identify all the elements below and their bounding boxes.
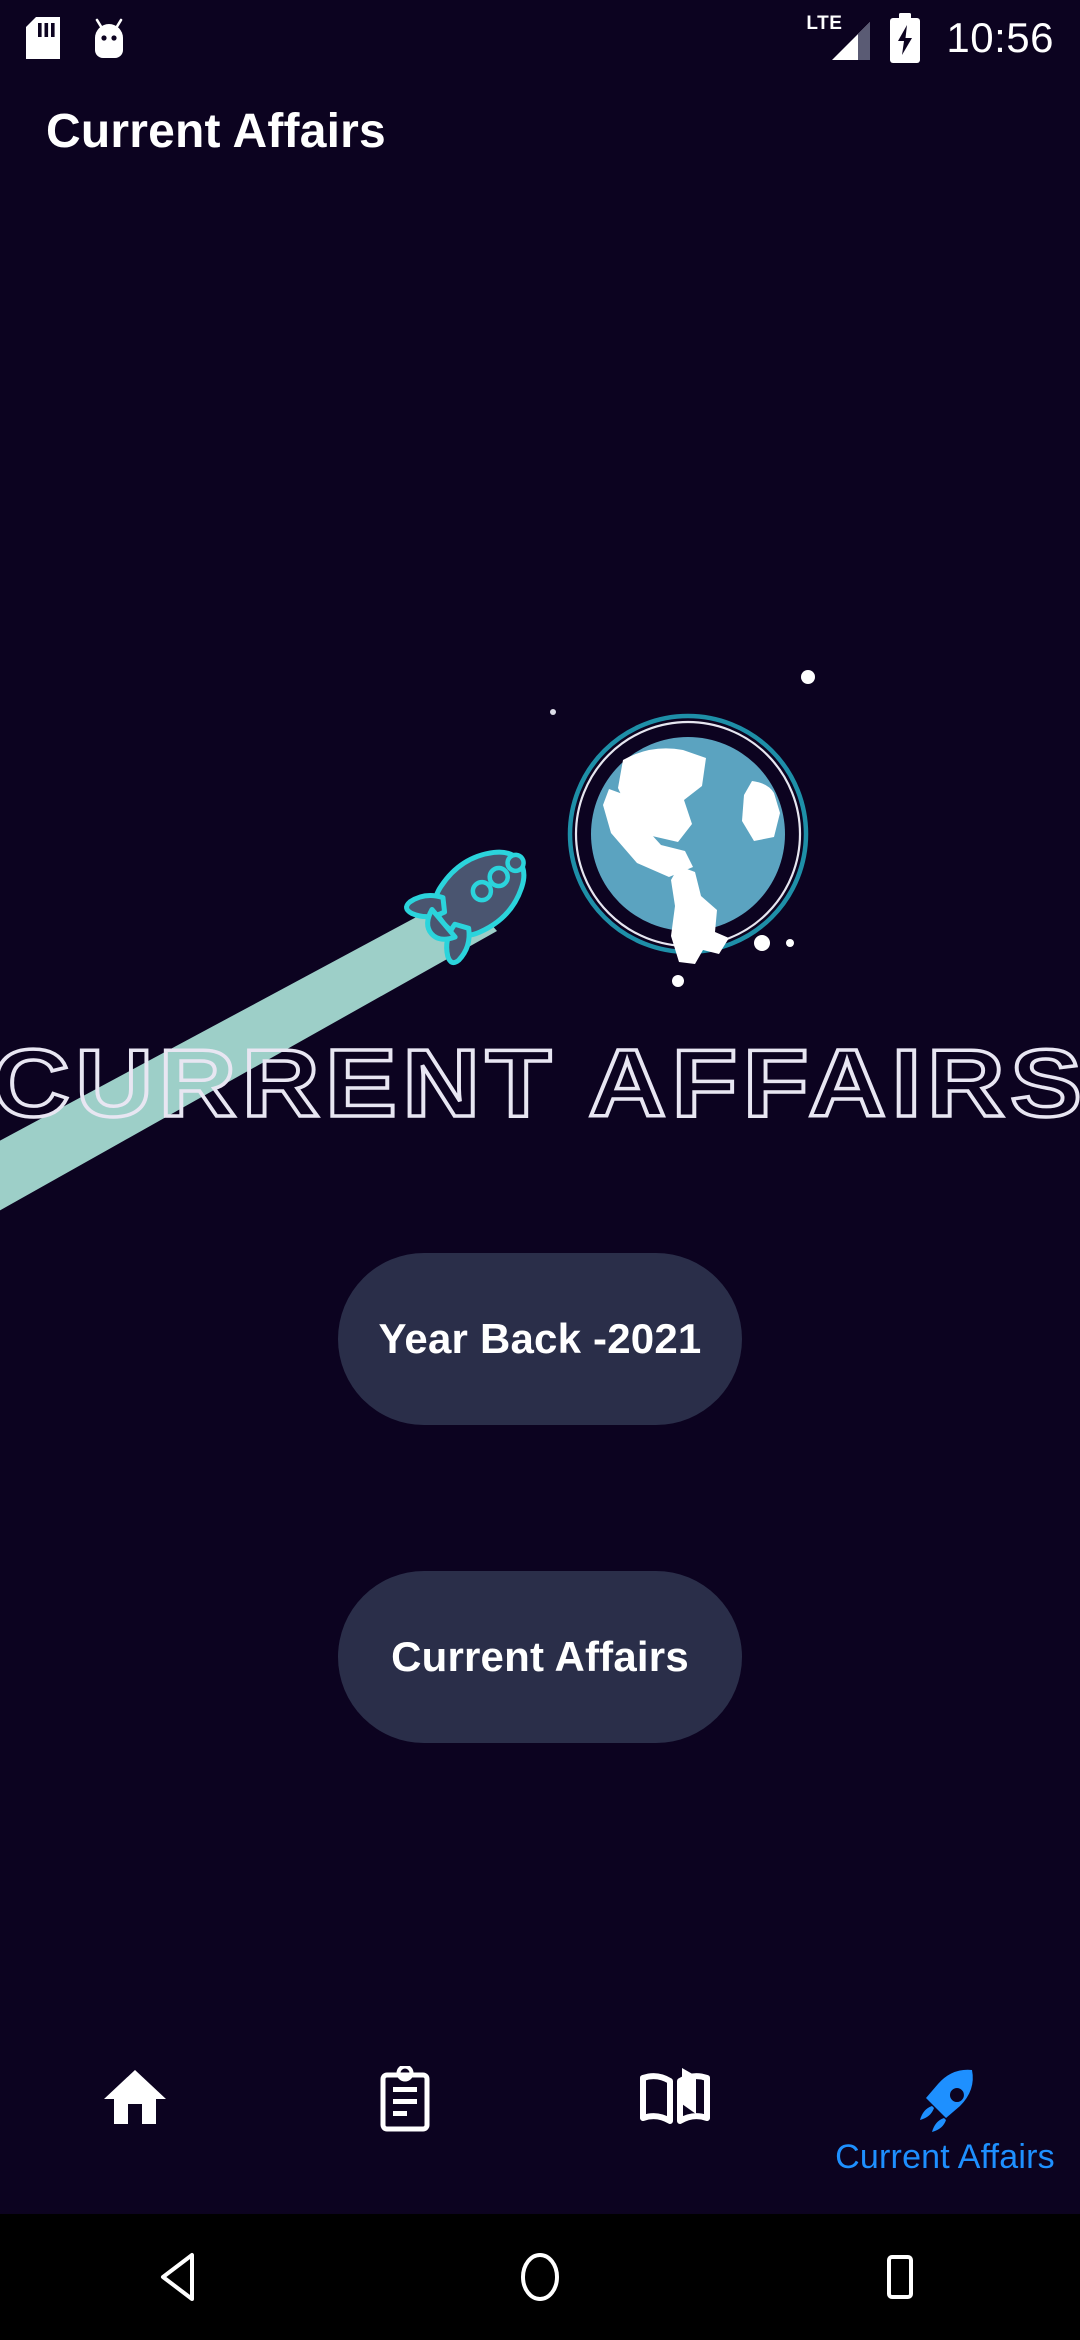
android-recents-button[interactable] [720, 2214, 1080, 2340]
home-circle-icon [521, 2253, 559, 2301]
android-head-icon [95, 18, 123, 58]
nav-label-current-affairs: Current Affairs [835, 2138, 1055, 2176]
clipboard-icon [380, 2066, 430, 2132]
nav-item-book[interactable] [540, 2044, 810, 2214]
app-screen: LTE 10:56 Current Affairs CURRENT AFFAIR… [0, 0, 1080, 2340]
hero-svg: CURRENT AFFAIRS [0, 670, 1080, 1211]
status-bar-left-icons [26, 16, 128, 60]
rocket-icon [920, 2069, 973, 2132]
year-back-button[interactable]: Year Back -2021 [338, 1253, 742, 1425]
status-bar-right-icons: LTE 10:56 [806, 13, 1054, 63]
bottom-navigation-bar: Current Affairs [0, 2044, 1080, 2214]
recents-square-icon [887, 2255, 913, 2299]
android-home-button[interactable] [360, 2214, 720, 2340]
nav-item-home[interactable] [0, 2044, 270, 2214]
page-title: Current Affairs [46, 104, 386, 158]
android-back-button[interactable] [0, 2214, 360, 2340]
globe-illustration [567, 713, 809, 964]
home-icon [104, 2070, 166, 2124]
status-bar-clock: 10:56 [946, 14, 1054, 61]
nav-item-clipboard[interactable] [270, 2044, 540, 2214]
book-icon [640, 2068, 710, 2124]
lte-signal-icon: LTE [806, 13, 872, 61]
status-bar: LTE 10:56 [0, 0, 1080, 76]
nav-item-current-affairs[interactable]: Current Affairs [810, 2044, 1080, 2214]
hero-logo-text: CURRENT AFFAIRS [0, 1029, 1080, 1136]
back-triangle-icon [161, 2253, 194, 2301]
sd-card-icon [26, 17, 60, 59]
current-affairs-button[interactable]: Current Affairs [338, 1571, 742, 1743]
app-bar: Current Affairs [0, 76, 1080, 186]
hero-illustration: CURRENT AFFAIRS [0, 186, 1080, 1216]
android-system-nav [0, 2214, 1080, 2340]
battery-charging-icon [890, 13, 921, 63]
